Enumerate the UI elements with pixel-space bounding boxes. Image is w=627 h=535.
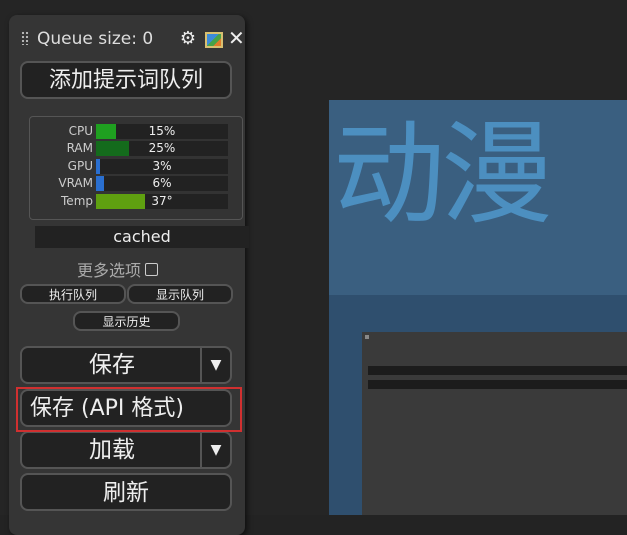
stat-value: 37°: [151, 194, 173, 208]
stat-row-gpu: GPU 3%: [30, 158, 242, 175]
stat-label: CPU: [68, 124, 93, 138]
preview-banner: 动漫: [329, 100, 627, 295]
drag-handle-icon[interactable]: [21, 31, 29, 45]
stat-value: 25%: [148, 141, 176, 155]
more-options-toggle[interactable]: 更多选项: [77, 257, 159, 281]
resource-monitor: CPU 15% RAM 25% GPU 3% VRAM 6% Temp 37°: [29, 116, 243, 220]
stat-label: VRAM: [58, 176, 93, 190]
stat-label: RAM: [66, 141, 93, 155]
run-queue-button[interactable]: 执行队列: [20, 284, 126, 304]
stat-label: Temp: [61, 194, 93, 208]
save-api-format-button[interactable]: 保存 (API 格式): [20, 389, 232, 427]
inner-panel[interactable]: [362, 332, 627, 515]
stat-label: GPU: [67, 159, 93, 173]
stat-row-temp: Temp 37°: [30, 193, 242, 210]
preview-node[interactable]: 动漫: [329, 100, 627, 515]
stat-track: 37°: [96, 194, 228, 209]
show-queue-button[interactable]: 显示队列: [127, 284, 233, 304]
inner-panel-bar: [368, 366, 627, 375]
menu-header: Queue size: 0 ⚙ ✕: [21, 26, 245, 53]
load-button[interactable]: 加载 ▼: [20, 431, 232, 469]
stat-row-cpu: CPU 15%: [30, 123, 242, 140]
show-history-button[interactable]: 显示历史: [73, 311, 180, 331]
stat-track: 6%: [96, 176, 228, 191]
more-options-label: 更多选项: [77, 261, 142, 280]
stat-track: 15%: [96, 124, 228, 139]
inner-panel-bar: [368, 380, 627, 389]
queue-prompt-button[interactable]: 添加提示词队列: [20, 61, 232, 99]
stat-track: 3%: [96, 159, 228, 174]
preview-text: 动漫: [333, 110, 553, 240]
stat-value: 15%: [148, 124, 176, 138]
queue-size-label: Queue size: 0: [37, 29, 154, 49]
close-icon[interactable]: ✕: [228, 26, 245, 50]
refresh-button[interactable]: 刷新: [20, 473, 232, 511]
stat-row-vram: VRAM 6%: [30, 175, 242, 192]
stat-value: 3%: [152, 159, 172, 173]
inner-panel-dot: [365, 335, 369, 339]
load-button-label: 加载: [89, 437, 135, 463]
load-dropdown-arrow-icon[interactable]: ▼: [200, 433, 230, 467]
save-button[interactable]: 保存 ▼: [20, 346, 232, 384]
stat-track: 25%: [96, 141, 228, 156]
more-options-checkbox[interactable]: [145, 263, 159, 276]
stat-row-ram: RAM 25%: [30, 140, 242, 157]
save-button-label: 保存: [89, 352, 135, 378]
queue-menu-panel: Queue size: 0 ⚙ ✕ 添加提示词队列 CPU 15% RAM 25…: [9, 15, 249, 535]
stat-value: 6%: [152, 176, 172, 190]
gear-icon[interactable]: ⚙: [178, 29, 198, 49]
save-dropdown-arrow-icon[interactable]: ▼: [200, 348, 230, 382]
cached-status: cached: [35, 226, 249, 248]
image-icon[interactable]: [205, 32, 223, 48]
